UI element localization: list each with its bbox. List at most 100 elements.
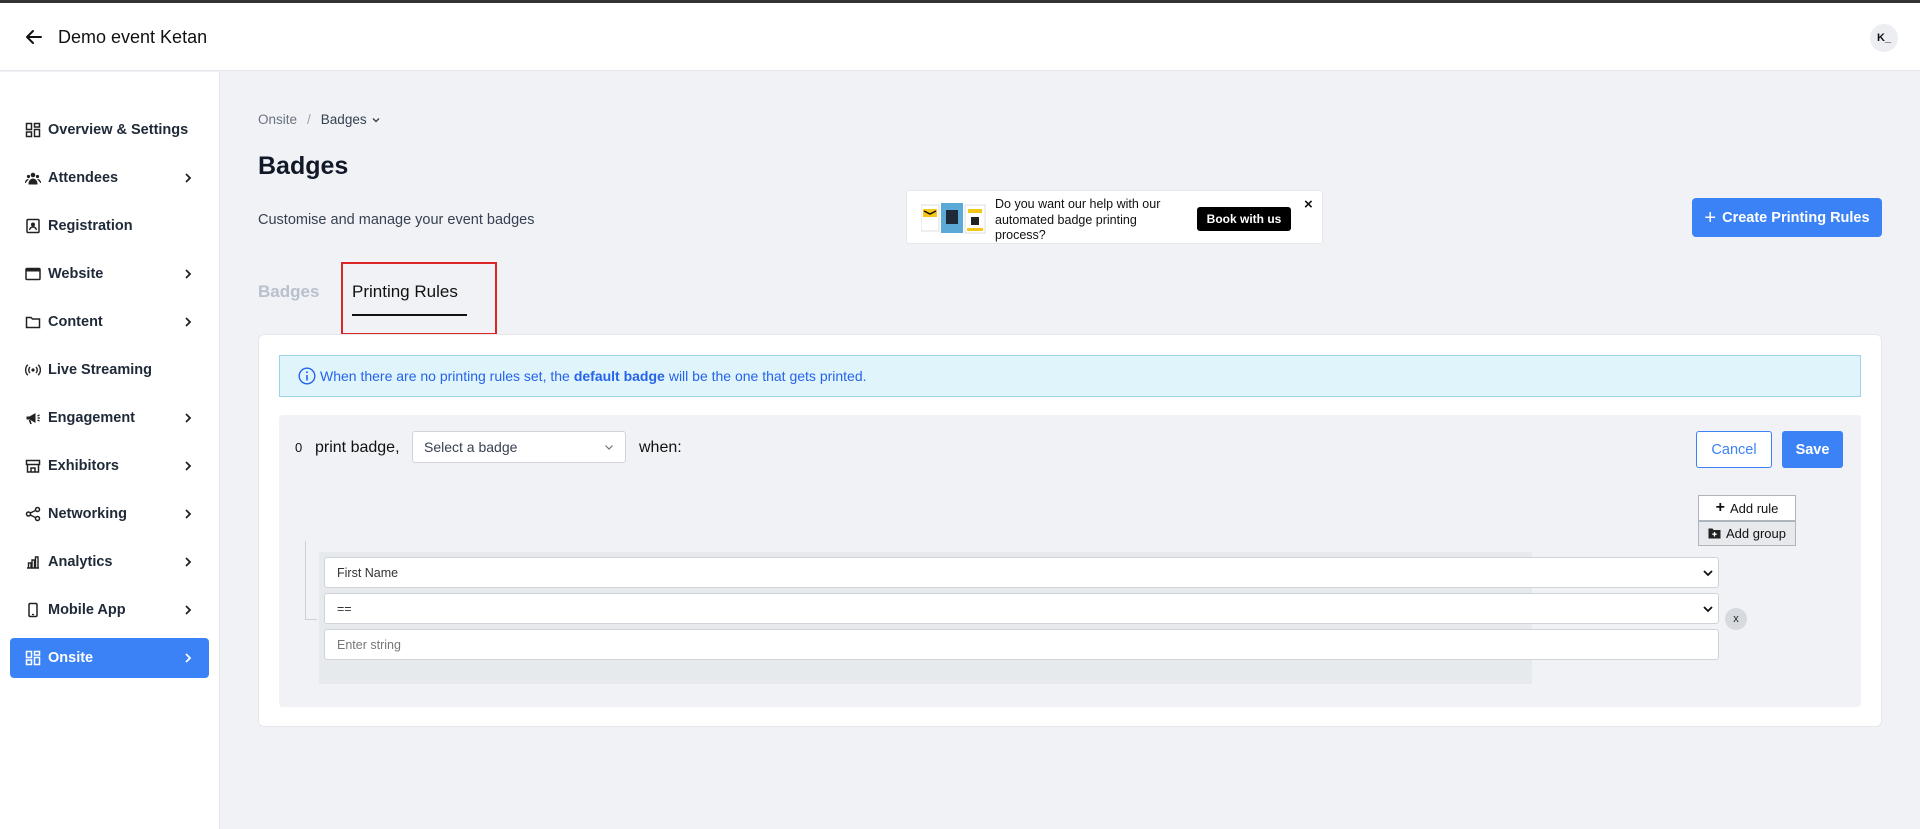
chevron-right-icon [185,605,192,615]
tab-badges[interactable]: Badges [258,282,319,302]
chevron-right-icon [185,413,192,423]
info-text-before: When there are no printing rules set, th… [320,368,570,384]
sidebar-item-label: Content [48,314,103,330]
chevron-down-icon [1703,570,1713,577]
sidebar-item-label: Analytics [48,554,113,570]
dashboard-icon [25,122,41,138]
sidebar-item-label: Registration [48,218,133,234]
main-content: Onsite / Badges Badges Customise and man… [220,72,1920,829]
add-group-button[interactable]: Add group [1698,521,1796,546]
printing-rules-card: When there are no printing rules set, th… [258,334,1882,727]
broadcast-icon [25,362,41,378]
breadcrumb-current-label: Badges [320,112,367,127]
chevron-down-icon [1703,606,1713,613]
cancel-button[interactable]: Cancel [1696,431,1772,468]
chevron-right-icon [185,173,192,183]
breadcrumb-separator: / [307,112,311,127]
sidebar-item-attendees[interactable]: Attendees [10,158,209,198]
badge-samples-image [921,203,986,234]
top-header: Demo event Ketan K_ [0,3,1920,71]
value-input[interactable]: Enter string [324,629,1719,660]
browser-icon [25,266,41,282]
dashboard-icon [25,650,41,666]
chevron-down-icon [605,445,613,450]
close-icon[interactable]: × [1304,196,1313,213]
share-nodes-icon [25,506,41,522]
save-button[interactable]: Save [1782,431,1843,468]
operator-select[interactable]: == [324,593,1719,624]
breadcrumb-current-dropdown[interactable]: Badges [321,112,382,127]
remove-rule-button[interactable]: x [1725,608,1747,630]
megaphone-icon [25,410,41,426]
phone-icon [25,602,41,618]
sidebar-item-onsite[interactable]: Onsite [10,638,209,678]
sidebar-item-exhibitors[interactable]: Exhibitors [10,446,209,486]
info-banner: When there are no printing rules set, th… [279,355,1861,397]
breadcrumb: Onsite / Badges [258,112,382,127]
user-avatar[interactable]: K_ [1870,24,1898,52]
sidebar-item-label: Engagement [48,410,136,426]
chevron-right-icon [185,557,192,567]
chevron-right-icon [185,269,192,279]
sidebar-item-networking[interactable]: Networking [10,494,209,534]
sidebar-item-label: Onsite [48,650,94,666]
create-printing-rules-button[interactable]: + Create Printing Rules [1692,198,1882,237]
sidebar-item-mobile-app[interactable]: Mobile App [10,590,209,630]
promo-banner: Do you want our help with our automated … [906,190,1323,244]
sidebar-item-label: Website [48,266,104,282]
tab-printing-rules[interactable]: Printing Rules [352,282,458,302]
chevron-right-icon [185,509,192,519]
sidebar-item-label: Overview & Settings [48,122,189,138]
store-icon [25,458,41,474]
id-card-icon [25,218,41,234]
field-select[interactable]: First Name [324,557,1719,588]
print-badge-label: print badge, [315,439,400,456]
info-text-bold: default badge [573,368,665,384]
when-label: when: [639,439,682,456]
promo-text: Do you want our help with our automated … [995,197,1161,242]
sidebar-item-website[interactable]: Website [10,254,209,294]
active-tab-indicator [352,314,467,316]
back-arrow-icon[interactable] [24,27,44,47]
page-subtitle: Customise and manage your event badges [258,212,535,228]
add-rule-button[interactable]: + Add rule [1698,495,1796,521]
event-title: Demo event Ketan [58,27,208,47]
sidebar: Overview & Settings Attendees Registrati… [0,72,220,829]
folder-icon [25,314,41,330]
sidebar-item-label: Mobile App [48,602,126,618]
sidebar-item-label: Exhibitors [48,458,119,474]
info-icon [298,367,316,385]
sidebar-item-label: Networking [48,506,127,522]
rule-tree-connector [305,541,317,620]
sidebar-item-live-streaming[interactable]: Live Streaming [10,350,209,390]
folder-plus-icon [1708,528,1721,539]
badge-select[interactable]: Select a badge [412,431,626,463]
sidebar-item-analytics[interactable]: Analytics [10,542,209,582]
breadcrumb-onsite-link[interactable]: Onsite [258,112,297,127]
sidebar-item-registration[interactable]: Registration [10,206,209,246]
plus-icon: + [1715,499,1725,516]
rule-editor: 0 print badge, Select a badge when: Canc… [279,415,1861,707]
add-rule-label: Add rule [1729,500,1779,516]
operator-select-value: == [337,601,352,616]
field-select-value: First Name [337,565,399,580]
badge-select-value: Select a badge [424,439,518,455]
chevron-right-icon [185,461,192,471]
chevron-down-icon [372,117,380,122]
bar-chart-icon [25,554,41,570]
sidebar-item-engagement[interactable]: Engagement [10,398,209,438]
book-with-us-button[interactable]: Book with us [1197,207,1291,231]
plus-icon: + [1704,206,1717,229]
rule-index: 0 [295,440,303,455]
chevron-right-icon [185,653,192,663]
sidebar-item-label: Attendees [48,170,119,186]
sidebar-item-content[interactable]: Content [10,302,209,342]
sidebar-item-overview-settings[interactable]: Overview & Settings [10,110,209,150]
people-icon [25,170,41,186]
sidebar-item-label: Live Streaming [48,362,152,378]
page-title: Badges [258,152,349,180]
add-group-label: Add group [1726,526,1786,541]
info-text-after: will be the one that gets printed. [668,368,867,384]
create-printing-rules-label: Create Printing Rules [1722,209,1870,226]
chevron-right-icon [185,317,192,327]
